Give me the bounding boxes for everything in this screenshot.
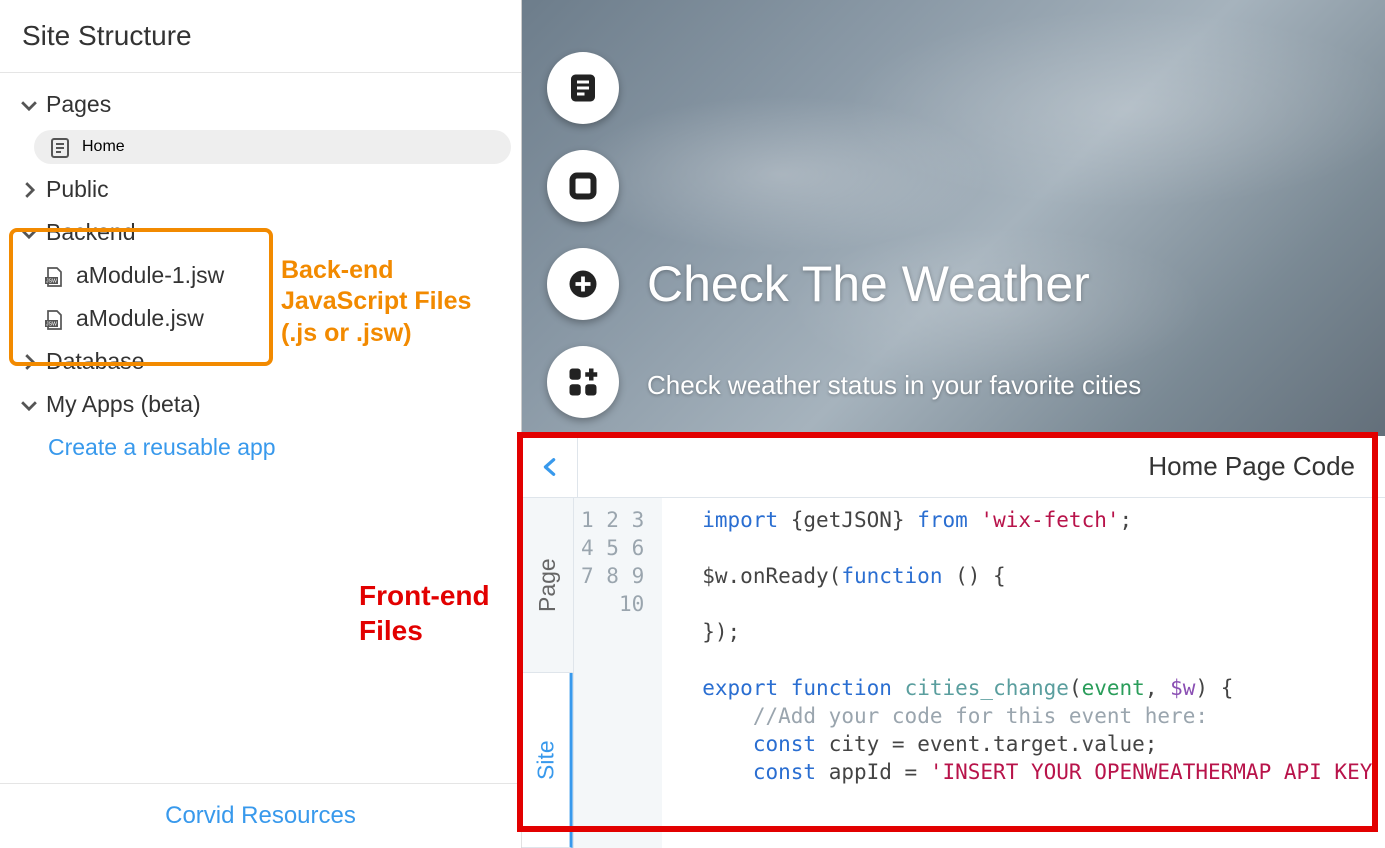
annotation-backend-box: [9, 228, 273, 366]
chevron-down-icon: [18, 394, 40, 416]
site-preview: Check The Weather Check weather status i…: [522, 0, 1385, 436]
page-icon: [48, 136, 72, 158]
tree-section-pages[interactable]: Pages: [0, 83, 521, 126]
corvid-resources-link[interactable]: Corvid Resources: [0, 783, 521, 848]
tree-item-home[interactable]: Home: [34, 130, 511, 164]
annotation-backend-label: Back-end JavaScript Files (.js or .jsw): [281, 255, 511, 349]
chevron-right-icon: [18, 179, 40, 201]
preview-subtitle: Check weather status in your favorite ci…: [647, 370, 1141, 401]
chevron-down-icon: [18, 94, 40, 116]
site-structure-panel: Site Structure Pages Home Public Backend: [0, 0, 522, 848]
tree-section-public[interactable]: Public: [0, 168, 521, 211]
annotation-frontend-box: [517, 432, 1378, 832]
preview-heading: Check The Weather: [647, 255, 1090, 313]
editor-tool-column: [547, 52, 619, 418]
tool-add-button[interactable]: [547, 248, 619, 320]
tool-text-button[interactable]: [547, 52, 619, 124]
panel-title: Site Structure: [0, 0, 521, 73]
create-reusable-app-link[interactable]: Create a reusable app: [0, 426, 521, 469]
tree-item-label: Home: [82, 138, 125, 156]
tool-apps-button[interactable]: [547, 346, 619, 418]
tool-stop-button[interactable]: [547, 150, 619, 222]
tree-section-myapps[interactable]: My Apps (beta): [0, 383, 521, 426]
annotation-frontend-label: Front-end Files: [359, 578, 509, 648]
